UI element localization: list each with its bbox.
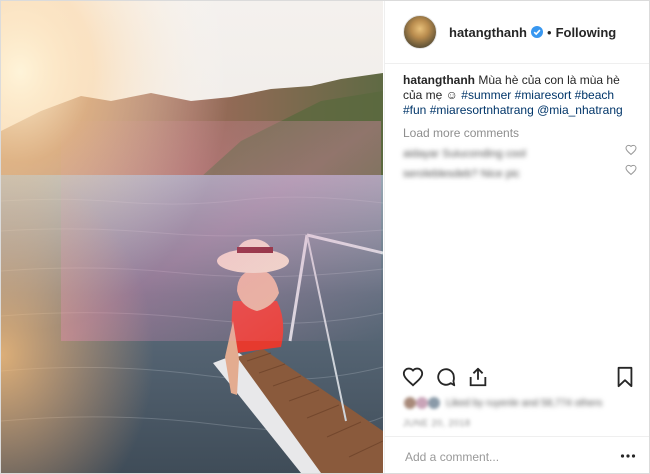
caption: hatangthanh Mùa hè của con là mùa hè của… [403, 73, 635, 118]
hashtag-link[interactable]: #beach [575, 88, 614, 102]
hashtag-link[interactable]: #summer [461, 88, 511, 102]
avatar[interactable] [403, 15, 437, 49]
add-comment-bar [385, 436, 649, 473]
share-icon[interactable] [467, 366, 489, 388]
comment-row: aidayar Suiuconding cool [403, 144, 637, 160]
more-options-icon[interactable] [620, 449, 636, 463]
separator-dot: • [547, 24, 552, 40]
mention-link[interactable]: @mia_nhatrang [537, 103, 623, 117]
following-button[interactable]: Following [556, 25, 617, 40]
caption-block: hatangthanh Mùa hè của con là mùa hè của… [403, 73, 635, 141]
add-comment-input[interactable] [403, 447, 607, 467]
post-sidebar: hatangthanh • Following hatangthanh Mùa … [384, 1, 649, 473]
hashtag-link[interactable]: #fun [403, 103, 426, 117]
verified-badge-icon [531, 26, 543, 38]
liker-avatars [404, 397, 440, 409]
action-bar [385, 360, 649, 396]
username-link[interactable]: hatangthanh [449, 25, 527, 40]
likes-count[interactable]: Liked by ruyenle and 58,774 others [446, 398, 602, 409]
likes-row: Liked by ruyenle and 58,774 others [403, 396, 635, 414]
comment-row: seroleblesdeb? Nice pic [403, 164, 637, 180]
caption-username[interactable]: hatangthanh [403, 73, 475, 87]
heart-icon[interactable] [402, 366, 424, 388]
comment-text: aidayar Suiuconding cool [403, 148, 526, 160]
heart-icon[interactable] [625, 164, 637, 176]
instagram-post: hatangthanh • Following hatangthanh Mùa … [0, 0, 650, 474]
load-more-comments-button[interactable]: Load more comments [403, 126, 635, 141]
bookmark-icon[interactable] [614, 366, 636, 388]
post-date: JUNE 20, 2018 [403, 418, 471, 428]
post-header: hatangthanh • Following [385, 1, 649, 64]
post-photo[interactable] [1, 1, 383, 473]
heart-icon[interactable] [625, 144, 637, 156]
hashtag-link[interactable]: #miaresort [515, 88, 572, 102]
hashtag-link[interactable]: #miaresortnhatrang [430, 103, 534, 117]
comment-icon[interactable] [435, 366, 457, 388]
comment-text: seroleblesdeb? Nice pic [403, 168, 520, 180]
